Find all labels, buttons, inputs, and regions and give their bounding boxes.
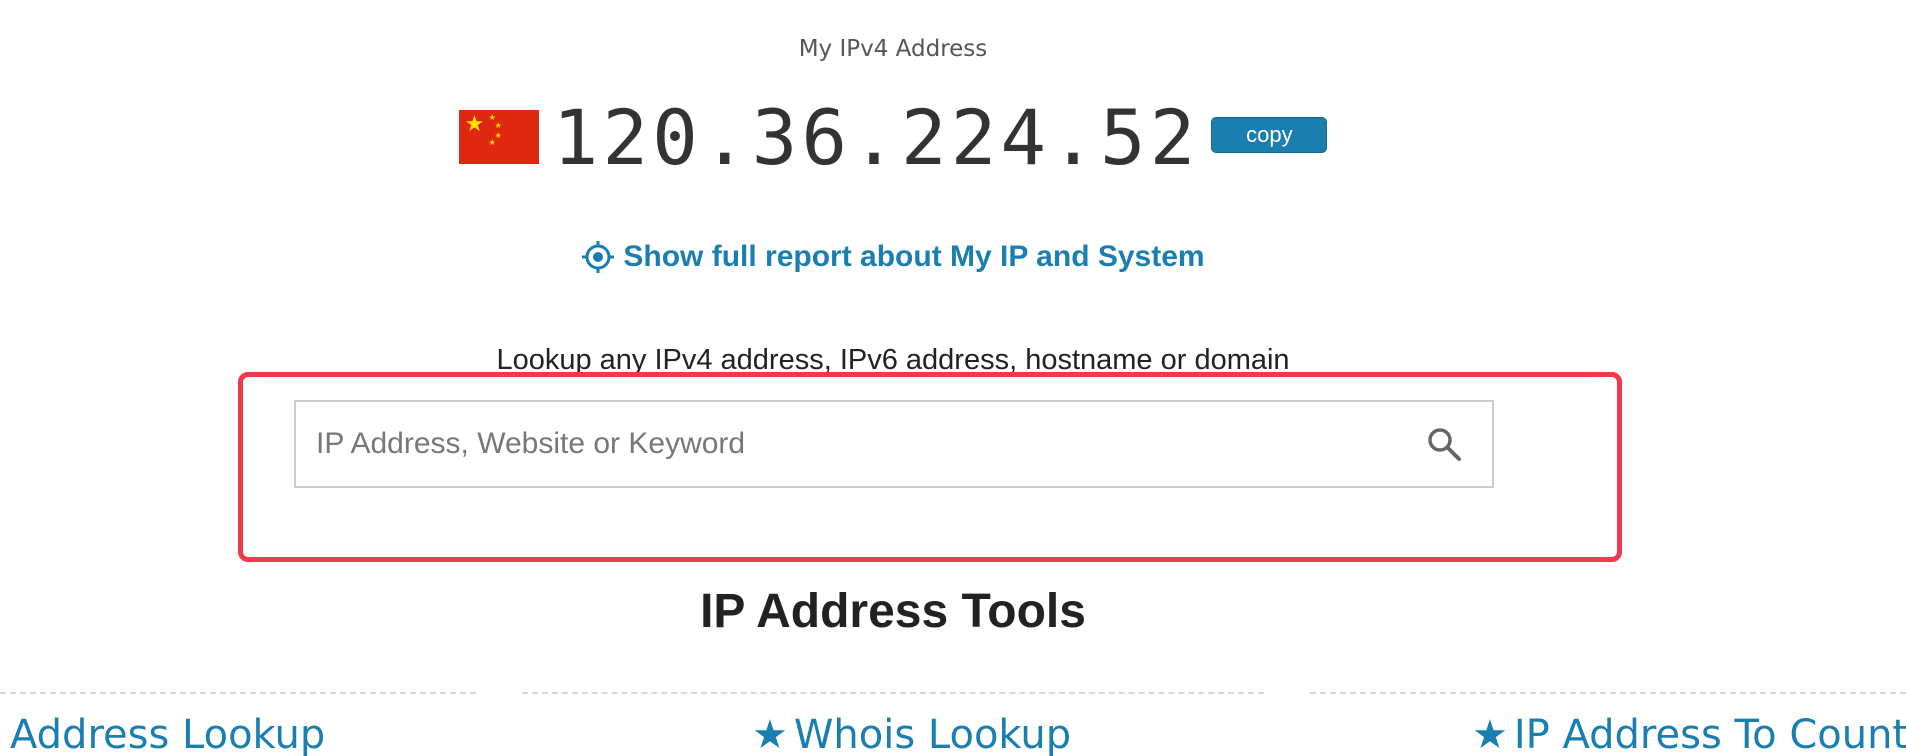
ip-row: ★ ★ ★ ★ ★ 120.36.224.52 copy [0, 92, 1786, 182]
search-input[interactable] [296, 401, 1424, 487]
tool-link-address-lookup[interactable]: Address Lookup [10, 712, 325, 756]
star-icon: ★ [1472, 712, 1508, 756]
copy-button[interactable]: copy [1211, 117, 1328, 153]
page: My IPv4 Address ★ ★ ★ ★ ★ 120.36.224.52 … [0, 0, 1906, 756]
full-report-link[interactable]: Show full report about My IP and System [0, 240, 1786, 274]
china-flag-icon: ★ ★ ★ ★ ★ [458, 110, 539, 164]
tool-link-label: IP Address To Country [1513, 712, 1906, 756]
ip-address: 120.36.224.52 [552, 92, 1200, 182]
full-report-label: Show full report about My IP and System [623, 240, 1205, 273]
ipv4-label: My IPv4 Address [798, 36, 988, 62]
tool-link-label: Whois Lookup [793, 712, 1072, 756]
search-icon[interactable] [1424, 424, 1464, 464]
divider [1310, 692, 1906, 694]
divider [0, 692, 476, 694]
search-box [294, 400, 1494, 488]
star-icon: ★ [752, 712, 788, 756]
target-icon [581, 240, 615, 274]
divider [522, 692, 1264, 694]
tool-link-whois-lookup[interactable]: ★ Whois Lookup [752, 712, 1071, 756]
tools-title: IP Address Tools [700, 585, 1086, 638]
tool-link-label: Address Lookup [10, 712, 326, 756]
tool-link-ip-to-country[interactable]: ★ IP Address To Country [1472, 712, 1906, 756]
